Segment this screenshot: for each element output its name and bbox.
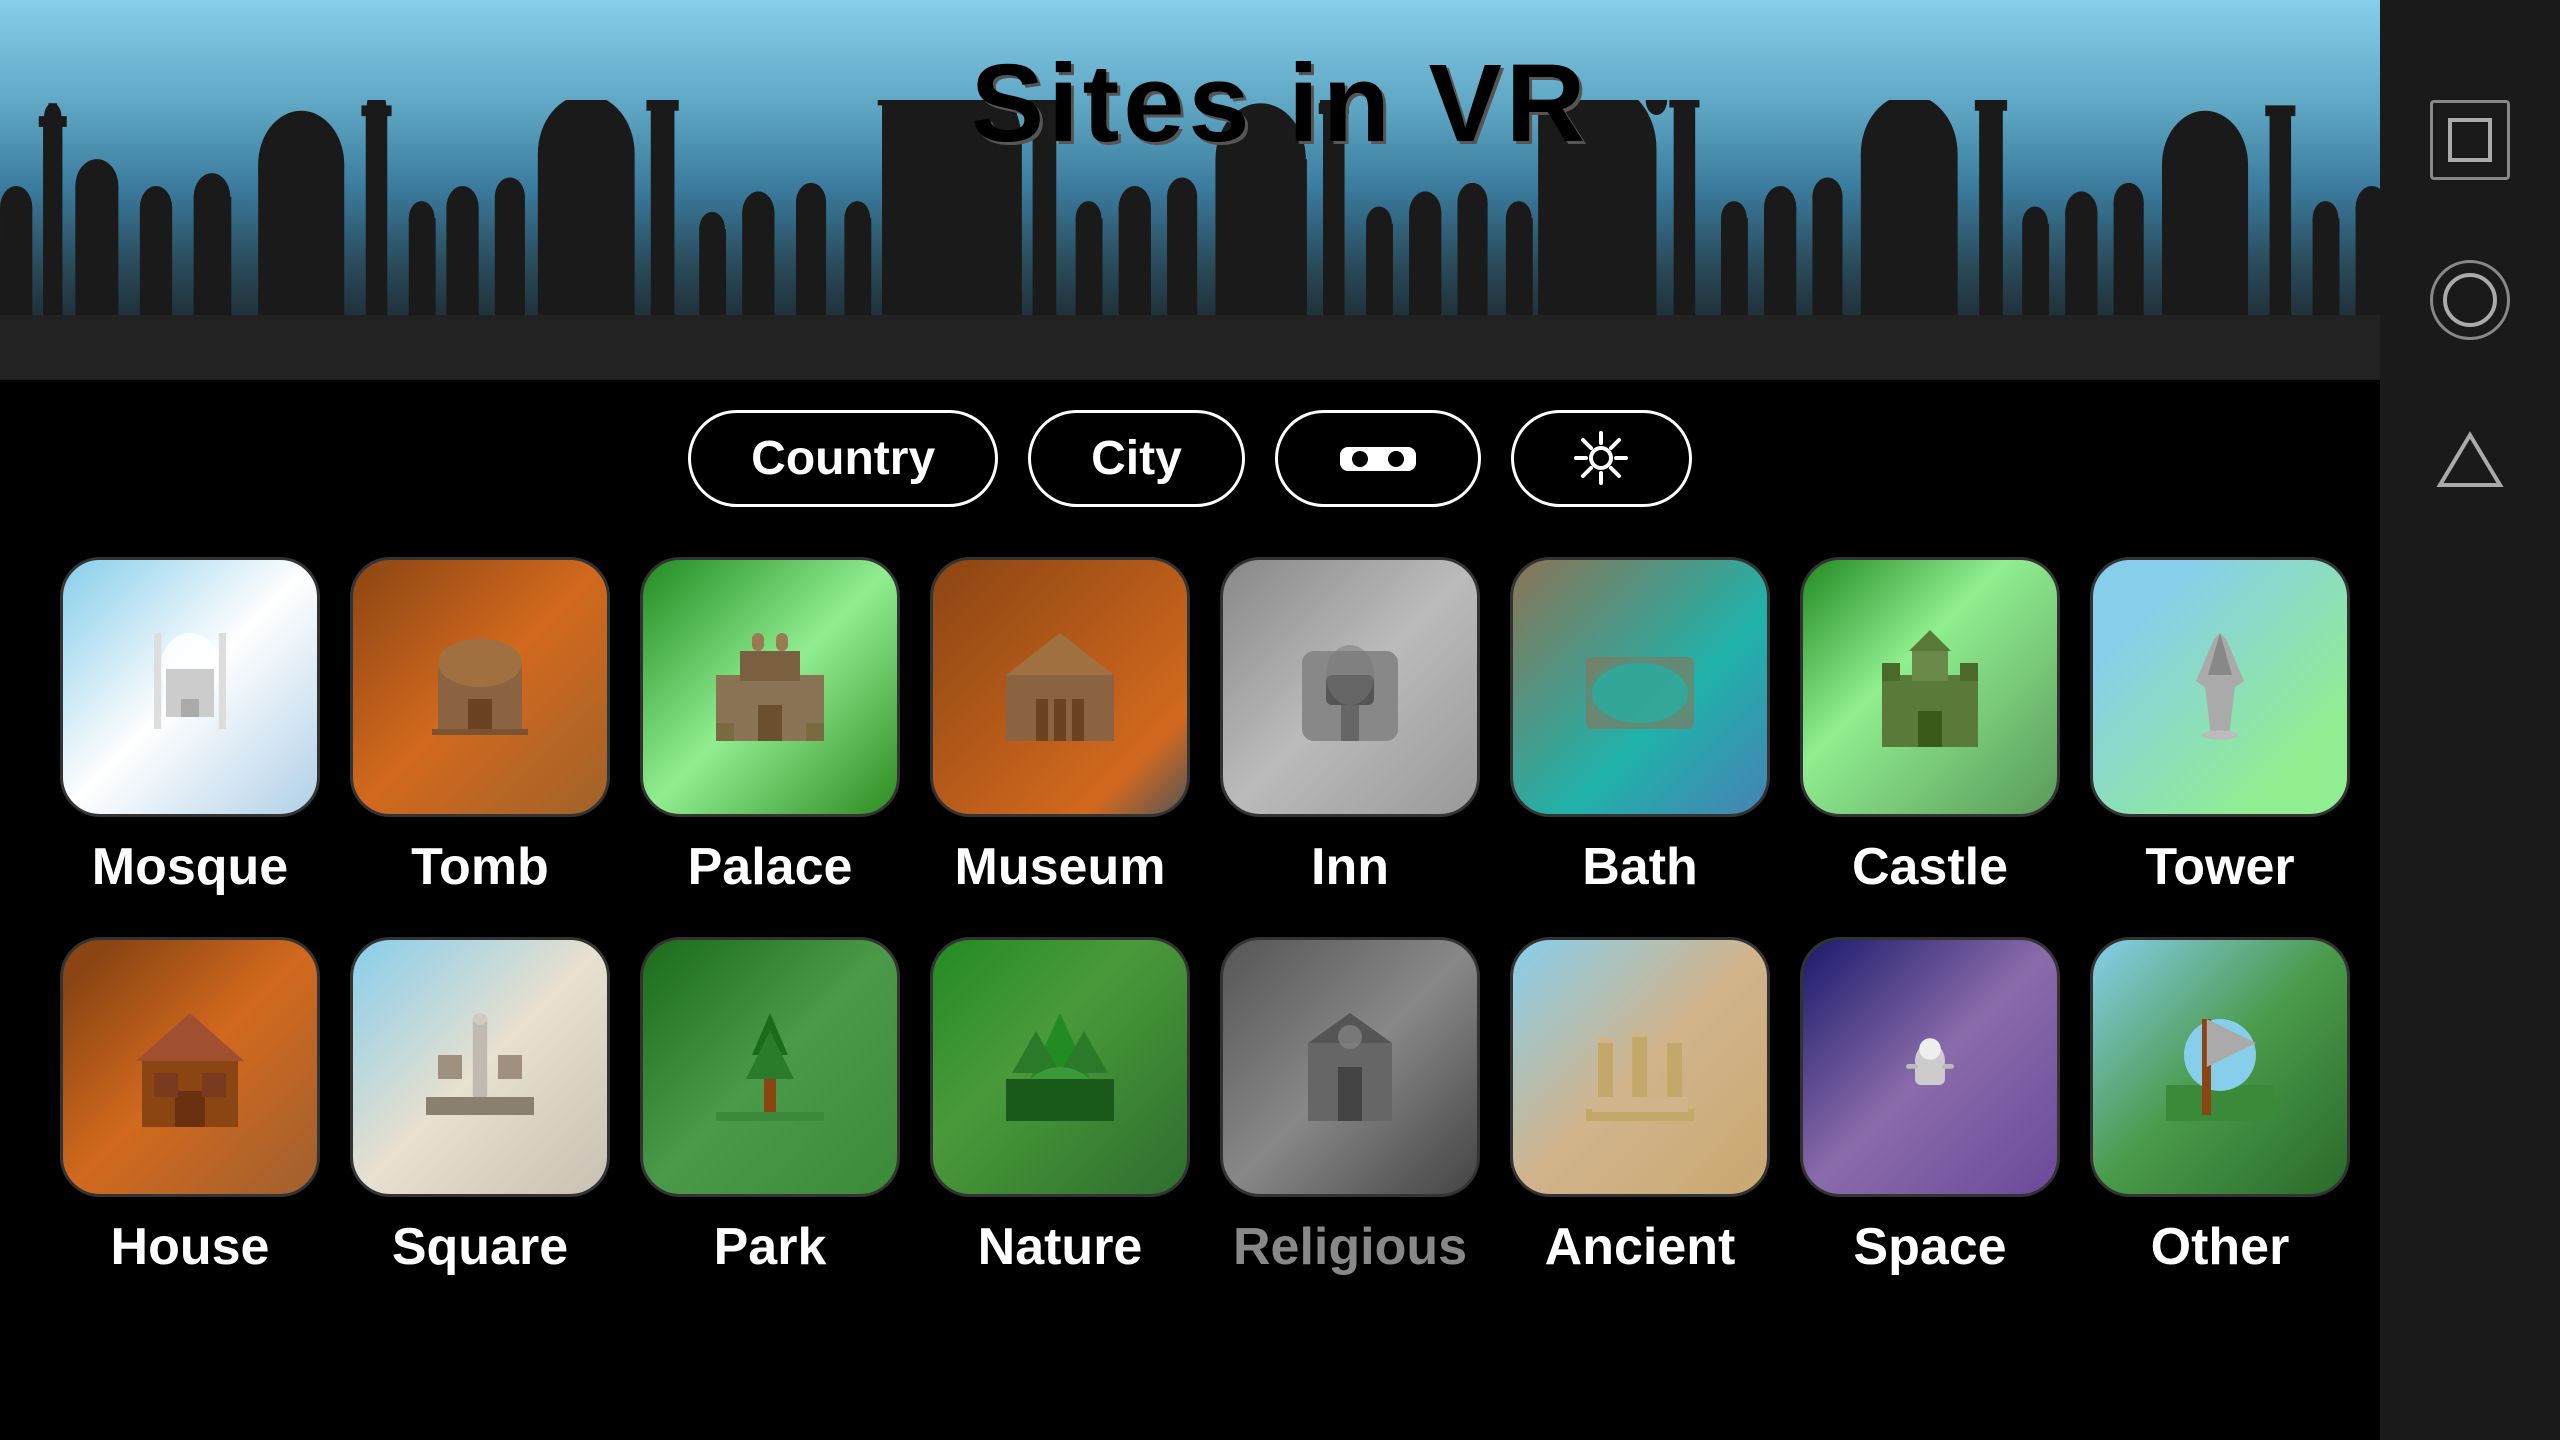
museum-label: Museum	[955, 837, 1166, 897]
tomb-label: Tomb	[411, 837, 549, 897]
nav-row: Country City	[40, 410, 2340, 507]
castle-icon	[1800, 557, 2060, 817]
religious-icon	[1220, 937, 1480, 1197]
category-grid-row2: House Square Park Nature Religious Ancient Spa…	[40, 937, 2340, 1277]
category-space[interactable]: Space	[1800, 937, 2060, 1277]
museum-icon	[930, 557, 1190, 817]
category-other[interactable]: Other	[2090, 937, 2350, 1277]
bath-icon	[1510, 557, 1770, 817]
nature-label: Nature	[978, 1217, 1143, 1277]
country-button[interactable]: Country	[688, 410, 998, 507]
category-religious[interactable]: Religious	[1220, 937, 1480, 1277]
app-title: Sites in VR	[971, 40, 1590, 167]
vr-button[interactable]	[1275, 410, 1481, 507]
triangle-icon	[2435, 430, 2505, 490]
square-label: Square	[392, 1217, 568, 1277]
circle-button[interactable]	[2430, 260, 2510, 340]
mosque-label: Mosque	[92, 837, 288, 897]
country-label: Country	[751, 431, 935, 486]
inn-label: Inn	[1311, 837, 1389, 897]
city-button[interactable]: City	[1028, 410, 1245, 507]
right-sidebar	[2380, 0, 2560, 1440]
category-palace[interactable]: Palace	[640, 557, 900, 897]
ancient-label: Ancient	[1545, 1217, 1736, 1277]
other-label: Other	[2151, 1217, 2290, 1277]
main-content: Country City	[0, 380, 2380, 1307]
category-ancient[interactable]: Ancient	[1510, 937, 1770, 1277]
ancient-icon	[1510, 937, 1770, 1197]
palace-label: Palace	[688, 837, 853, 897]
square-button[interactable]	[2430, 100, 2510, 180]
circle-icon	[2440, 270, 2500, 330]
category-grid-row1: Mosque Tomb Palace Museum Inn Bath Castle Tower	[40, 557, 2340, 897]
castle-label: Castle	[1852, 837, 2008, 897]
bath-label: Bath	[1582, 837, 1698, 897]
category-museum[interactable]: Museum	[930, 557, 1190, 897]
square-icon	[350, 937, 610, 1197]
header-banner: Sites in VR	[0, 0, 2560, 380]
other-icon	[2090, 937, 2350, 1197]
park-icon	[640, 937, 900, 1197]
category-nature[interactable]: Nature	[930, 937, 1190, 1277]
settings-button[interactable]	[1511, 410, 1692, 507]
house-icon	[60, 937, 320, 1197]
tower-icon	[2090, 557, 2350, 817]
category-tower[interactable]: Tower	[2090, 557, 2350, 897]
nature-icon	[930, 937, 1190, 1197]
park-label: Park	[714, 1217, 827, 1277]
city-label: City	[1091, 431, 1182, 486]
palace-icon	[640, 557, 900, 817]
category-square[interactable]: Square	[350, 937, 610, 1277]
category-park[interactable]: Park	[640, 937, 900, 1277]
square-icon	[2445, 115, 2495, 165]
house-label: House	[111, 1217, 270, 1277]
gear-icon	[1574, 431, 1629, 486]
vr-goggles-icon	[1338, 439, 1418, 479]
tomb-icon	[350, 557, 610, 817]
space-label: Space	[1853, 1217, 2006, 1277]
inn-icon	[1220, 557, 1480, 817]
tower-label: Tower	[2145, 837, 2294, 897]
category-bath[interactable]: Bath	[1510, 557, 1770, 897]
triangle-button[interactable]	[2430, 420, 2510, 500]
mosque-icon	[60, 557, 320, 817]
category-mosque[interactable]: Mosque	[60, 557, 320, 897]
category-tomb[interactable]: Tomb	[350, 557, 610, 897]
category-house[interactable]: House	[60, 937, 320, 1277]
space-icon	[1800, 937, 2060, 1197]
religious-label: Religious	[1233, 1217, 1467, 1277]
category-inn[interactable]: Inn	[1220, 557, 1480, 897]
category-castle[interactable]: Castle	[1800, 557, 2060, 897]
